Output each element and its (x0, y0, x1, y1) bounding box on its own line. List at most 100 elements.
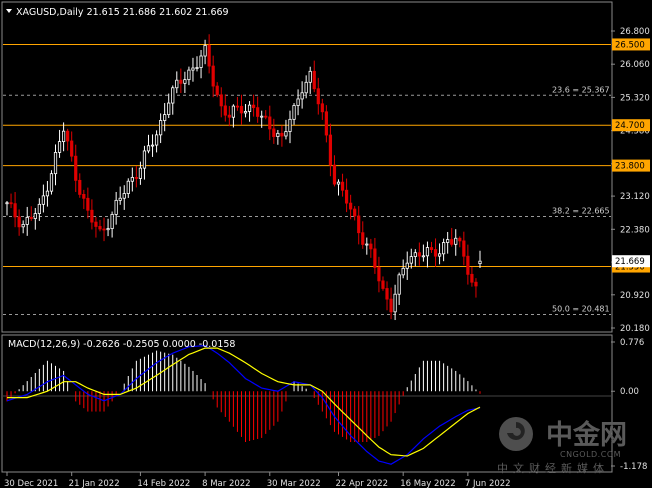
candle-bear (361, 232, 365, 245)
level-price-badge: 24.700 (615, 121, 645, 131)
candle-bear (215, 85, 219, 96)
candle-bull (191, 67, 195, 71)
time-tick-label: 8 Mar 2022 (202, 479, 250, 488)
candle-bear (377, 267, 381, 282)
candle-bull (45, 190, 50, 197)
candle-bear (102, 228, 106, 231)
candle-bull (187, 69, 191, 81)
candle-bear (70, 140, 74, 157)
candle-bull (118, 197, 122, 201)
candle-bull (203, 44, 207, 57)
candle-bull (336, 181, 341, 185)
candle-bear (349, 202, 353, 210)
candle-bull (393, 293, 397, 313)
candle-bear (74, 155, 78, 181)
fib-label: 23.6 = 25.367 (552, 85, 610, 94)
candle-bear (433, 249, 438, 257)
macd-tick-label: 0.776 (620, 338, 644, 348)
candle-bull (437, 253, 442, 257)
candle-bull (260, 115, 264, 118)
price-tick-label: 22.380 (620, 225, 650, 235)
candle-bull (106, 228, 110, 231)
time-tick-label: 16 May 2022 (400, 479, 455, 488)
watermark: 中金网 CNGOLD.COM 中文财经新媒体 (497, 417, 627, 475)
price-tick-label: 26.800 (620, 27, 650, 37)
price-tick-label: 25.320 (620, 93, 650, 103)
candle-bear (227, 114, 231, 118)
candle-bull (110, 214, 114, 229)
candle-bull (171, 87, 175, 104)
candle-bear (369, 243, 373, 250)
candle-bear (179, 79, 183, 84)
candle-bull (25, 216, 29, 225)
candle-bear (324, 111, 328, 136)
candle-bull (231, 105, 235, 118)
candle-bear (239, 105, 244, 114)
candle-bull (130, 177, 134, 182)
candle-bear (86, 197, 90, 211)
candle-bear (66, 130, 70, 142)
chart-title: XAGUSD,Daily 21.615 21.686 21.602 21.669 (16, 7, 229, 18)
candle-bear (458, 237, 462, 242)
candle-bear (357, 215, 361, 234)
candle-bear (353, 208, 357, 217)
candle-bear (98, 226, 102, 230)
time-tick-label: 7 Jun 2022 (465, 479, 511, 488)
candle-bear (373, 248, 377, 268)
level-price-badges: 26.50024.70023.80021.55021.669 (612, 38, 650, 273)
watermark-brand-en: CNGOLD.COM (560, 450, 621, 459)
candle-bull (405, 262, 409, 269)
candle-bull (37, 203, 41, 214)
chart-window[interactable]: 中金网 CNGOLD.COM 中文财经新媒体 23.6 = 25.367 38.2… (0, 0, 652, 488)
candle-bear (252, 104, 256, 109)
level-price-badge: 23.800 (615, 162, 645, 172)
candle-bear (470, 273, 474, 283)
candle-bull (114, 199, 118, 215)
candle-bear (78, 179, 82, 195)
candle-bull (126, 180, 130, 194)
candle-bull (478, 260, 482, 265)
candle-bull (183, 79, 187, 84)
candle-bull (199, 55, 203, 68)
candle-bear (207, 44, 211, 67)
candle-bear (381, 280, 385, 289)
candle-bull (53, 152, 58, 175)
candle-bear (13, 203, 17, 218)
fib-label: 50.0 = 20.481 (552, 304, 610, 313)
candle-bear (474, 281, 478, 287)
current-price-badge: 21.669 (615, 257, 645, 267)
candle-bear (320, 103, 324, 113)
candle-bear (17, 216, 21, 228)
candle-bull (154, 134, 159, 146)
candle-bear (429, 247, 434, 250)
candle-bull (365, 243, 369, 246)
candle-bull (21, 224, 25, 228)
candle-bear (340, 181, 345, 191)
candle-bear (264, 115, 268, 118)
candle-bear (385, 288, 389, 300)
time-tick-label: 21 Jan 2022 (69, 479, 120, 488)
candle-bear (94, 221, 98, 227)
candle-bear (256, 107, 260, 117)
candle-bull (57, 141, 62, 153)
candle-bull (167, 102, 171, 115)
macd-pane[interactable] (1, 334, 613, 473)
candle-bull (442, 242, 446, 255)
candle-bull (446, 239, 450, 243)
candle-bull (247, 104, 252, 112)
candle-bear (223, 105, 227, 116)
candle-bull (122, 193, 126, 199)
candle-bull (150, 144, 155, 147)
candle-bear (235, 105, 240, 108)
candle-bull (159, 120, 163, 136)
candle-bear (280, 132, 284, 137)
price-pane[interactable] (1, 1, 613, 333)
candle-bear (211, 65, 215, 87)
candle-bull (61, 130, 66, 142)
candle-bull (276, 132, 280, 137)
price-tick-label: 23.120 (620, 192, 650, 202)
candle-bull (401, 267, 405, 276)
candle-bull (454, 237, 458, 245)
candle-bull (300, 92, 304, 100)
time-tick-label: 30 Mar 2022 (267, 479, 321, 488)
